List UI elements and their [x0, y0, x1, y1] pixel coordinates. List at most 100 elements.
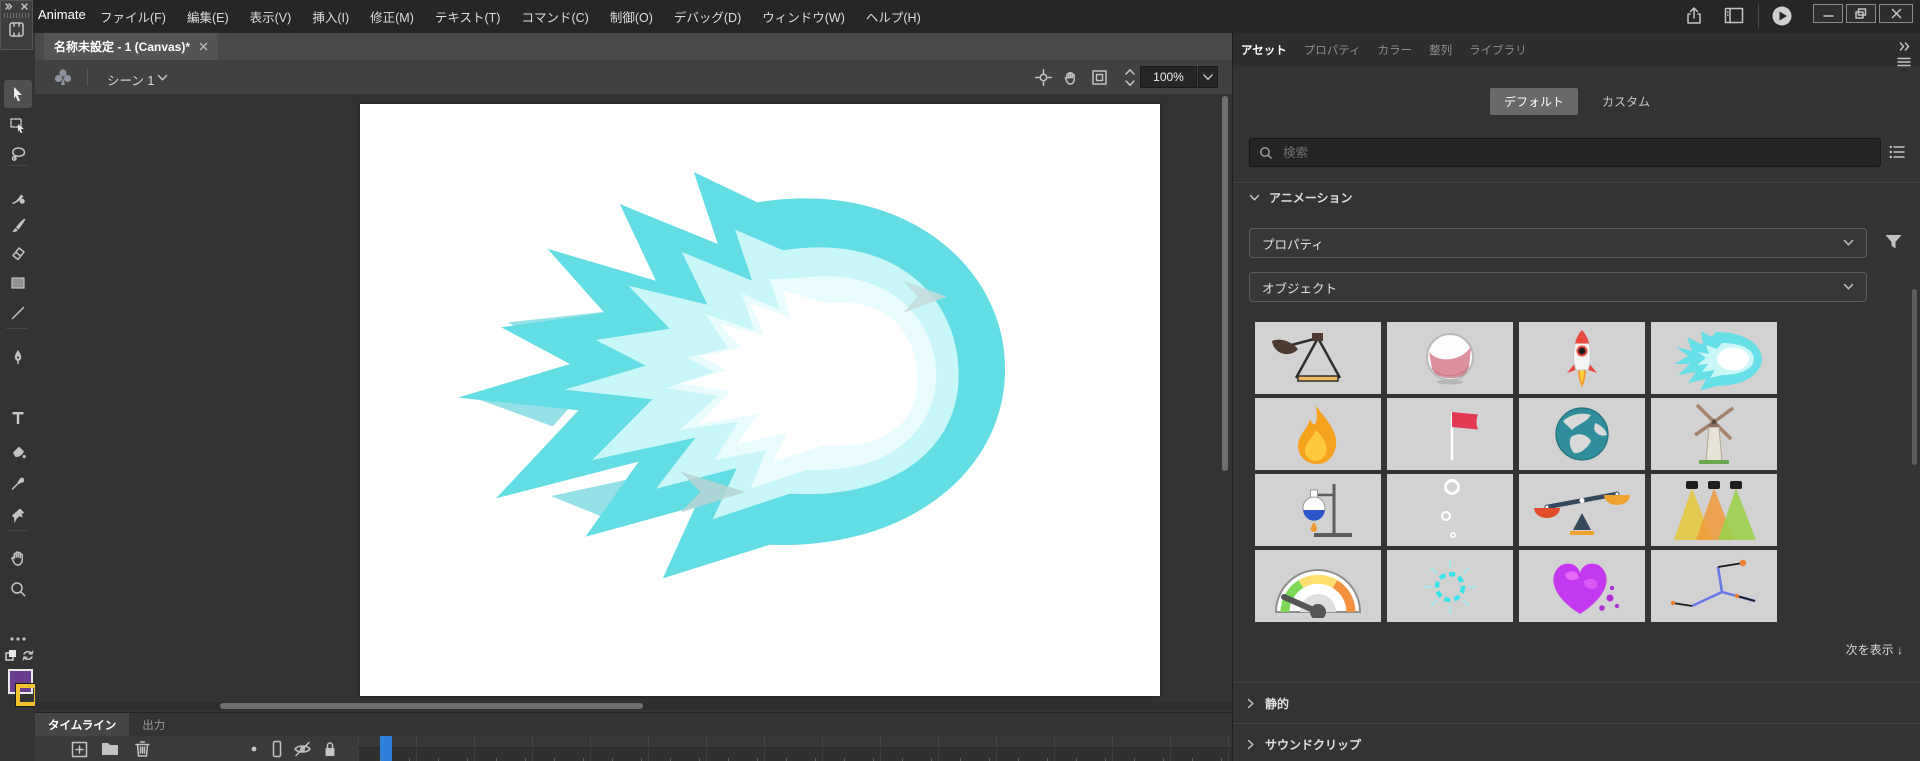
- panel-vertical-scrollbar[interactable]: [1912, 289, 1917, 465]
- menu-modify[interactable]: 修正(M): [370, 7, 414, 26]
- tool-pen[interactable]: [8, 347, 28, 367]
- tool-subselection[interactable]: [8, 115, 28, 135]
- scene-breadcrumb[interactable]: シーン 1: [107, 70, 154, 89]
- restore-button[interactable]: [1846, 4, 1876, 23]
- playhead[interactable]: [380, 736, 392, 761]
- tab-output[interactable]: 出力: [129, 713, 178, 736]
- tool-asset-warp[interactable]: [8, 505, 28, 525]
- tool-classic-brush[interactable]: [8, 215, 28, 235]
- timeline-ruler[interactable]: [358, 736, 1232, 748]
- center-stage-icon[interactable]: [1035, 69, 1052, 86]
- tool-fluid-brush[interactable]: [8, 187, 28, 207]
- panel-grip[interactable]: [4, 13, 29, 18]
- document-tab[interactable]: 名称未設定 - 1 (Canvas)*: [44, 33, 219, 60]
- tool-eyedropper[interactable]: [8, 473, 28, 493]
- asset-thumbnail-linkage-lines[interactable]: [1651, 550, 1777, 622]
- asset-thumbnail-rocket[interactable]: [1519, 322, 1645, 394]
- test-movie-button[interactable]: [1771, 5, 1793, 27]
- close-panel-icon[interactable]: [21, 3, 28, 10]
- asset-thumbnail-spotlights[interactable]: [1651, 474, 1777, 546]
- tab-assets[interactable]: アセット: [1241, 42, 1287, 58]
- layer-highlight-dot-icon[interactable]: [250, 745, 258, 753]
- swap-colors-button[interactable]: [22, 649, 34, 662]
- tool-eraser[interactable]: [8, 243, 28, 263]
- asset-thumbnail-flame[interactable]: [1255, 398, 1381, 470]
- new-layer-icon[interactable]: [71, 741, 88, 758]
- menu-insert[interactable]: 挿入(I): [312, 7, 349, 26]
- tab-align[interactable]: 整列: [1429, 42, 1452, 58]
- delete-layer-icon[interactable]: [135, 740, 150, 757]
- collapse-panel-chevrons-icon[interactable]: [1899, 42, 1911, 51]
- menu-commands[interactable]: コマンド(C): [521, 7, 588, 26]
- zoom-stepper-icon[interactable]: [1123, 67, 1137, 88]
- share-button[interactable]: [1684, 6, 1704, 26]
- menu-window[interactable]: ウィンドウ(W): [762, 7, 845, 26]
- menu-view[interactable]: 表示(V): [250, 7, 292, 26]
- tool-lasso[interactable]: [8, 144, 28, 164]
- filter-properties-dropdown[interactable]: プロパティ: [1249, 228, 1867, 258]
- stage-horizontal-scrollbar[interactable]: [220, 703, 643, 709]
- tool-hand[interactable]: [8, 548, 28, 568]
- tab-color[interactable]: カラー: [1378, 42, 1413, 58]
- section-sound-clips-header[interactable]: サウンドクリップ: [1233, 724, 1920, 761]
- tool-line[interactable]: [8, 303, 28, 323]
- stage-pasteboard[interactable]: [35, 94, 1232, 712]
- timeline-frames-area[interactable]: [358, 736, 1254, 761]
- asset-thumbnail-globe[interactable]: [1519, 398, 1645, 470]
- asset-thumbnail-flag[interactable]: [1387, 398, 1513, 470]
- asset-thumbnail-bubbles[interactable]: [1387, 474, 1513, 546]
- search-input[interactable]: [1281, 144, 1871, 161]
- tab-properties[interactable]: プロパティ: [1304, 42, 1361, 58]
- list-view-icon[interactable]: [1889, 145, 1905, 159]
- collapse-chevrons-icon[interactable]: [5, 3, 13, 10]
- mode-default-button[interactable]: デフォルト: [1490, 88, 1578, 115]
- zoom-level-dropdown-button[interactable]: [1198, 66, 1218, 88]
- menu-help[interactable]: ヘルプ(H): [866, 7, 921, 26]
- asset-thumbnail-gauge[interactable]: [1255, 550, 1381, 622]
- workspace-button[interactable]: [1724, 7, 1744, 24]
- tab-library[interactable]: ライブラリ: [1469, 42, 1527, 58]
- asset-thumbnail-comet-flame[interactable]: [1651, 322, 1777, 394]
- asset-thumbnail-lab-flask[interactable]: [1255, 474, 1381, 546]
- section-static-header[interactable]: 静的: [1233, 683, 1920, 723]
- asset-thumbnail-slime-heart[interactable]: [1519, 550, 1645, 622]
- asset-thumbnail-windmill[interactable]: [1651, 398, 1777, 470]
- stage-canvas[interactable]: [360, 104, 1160, 696]
- show-next-link[interactable]: 次を表示 ↓: [1773, 641, 1903, 658]
- close-window-button[interactable]: [1879, 4, 1913, 23]
- filter-objects-dropdown[interactable]: オブジェクト: [1249, 272, 1867, 302]
- tab-timeline[interactable]: タイムライン: [35, 713, 130, 736]
- panel-menu-icon[interactable]: [1897, 57, 1911, 67]
- default-colors-button[interactable]: [5, 649, 18, 662]
- section-animation-header[interactable]: アニメーション: [1249, 189, 1353, 206]
- mode-custom-button[interactable]: カスタム: [1593, 88, 1659, 115]
- hide-layers-icon[interactable]: [293, 741, 312, 757]
- menu-debug[interactable]: デバッグ(D): [674, 7, 741, 26]
- close-tab-icon[interactable]: [199, 42, 208, 51]
- search-field[interactable]: [1249, 138, 1881, 167]
- tool-text[interactable]: [8, 408, 28, 428]
- outline-column-icon[interactable]: [271, 740, 283, 758]
- zoom-level-value[interactable]: 100%: [1140, 66, 1197, 88]
- new-folder-icon[interactable]: [101, 742, 119, 756]
- asset-thumbnail-catapult[interactable]: [1255, 322, 1381, 394]
- scene-chevron-icon[interactable]: [157, 74, 168, 82]
- tool-rectangle[interactable]: [8, 273, 28, 293]
- asset-thumbnail-energy-spark[interactable]: [1387, 550, 1513, 622]
- filter-funnel-icon[interactable]: [1884, 233, 1903, 252]
- tool-paint-bucket[interactable]: [8, 442, 28, 462]
- menu-text[interactable]: テキスト(T): [435, 7, 501, 26]
- tool-more-options[interactable]: [8, 629, 28, 649]
- fragment-tool-button[interactable]: [1, 21, 32, 38]
- pan-mode-icon[interactable]: [1062, 69, 1079, 86]
- menu-edit[interactable]: 編集(E): [187, 7, 229, 26]
- tool-selection[interactable]: [4, 80, 32, 108]
- stage-vertical-scrollbar[interactable]: [1222, 96, 1228, 471]
- menu-control[interactable]: 制御(O): [610, 7, 653, 26]
- minimize-button[interactable]: [1813, 4, 1843, 23]
- asset-thumbnail-liquid-glass[interactable]: [1387, 322, 1513, 394]
- clip-content-icon[interactable]: [1091, 69, 1108, 86]
- asset-thumbnail-balance-scale[interactable]: [1519, 474, 1645, 546]
- lock-layers-icon[interactable]: [323, 740, 337, 758]
- menu-file[interactable]: ファイル(F): [100, 7, 166, 26]
